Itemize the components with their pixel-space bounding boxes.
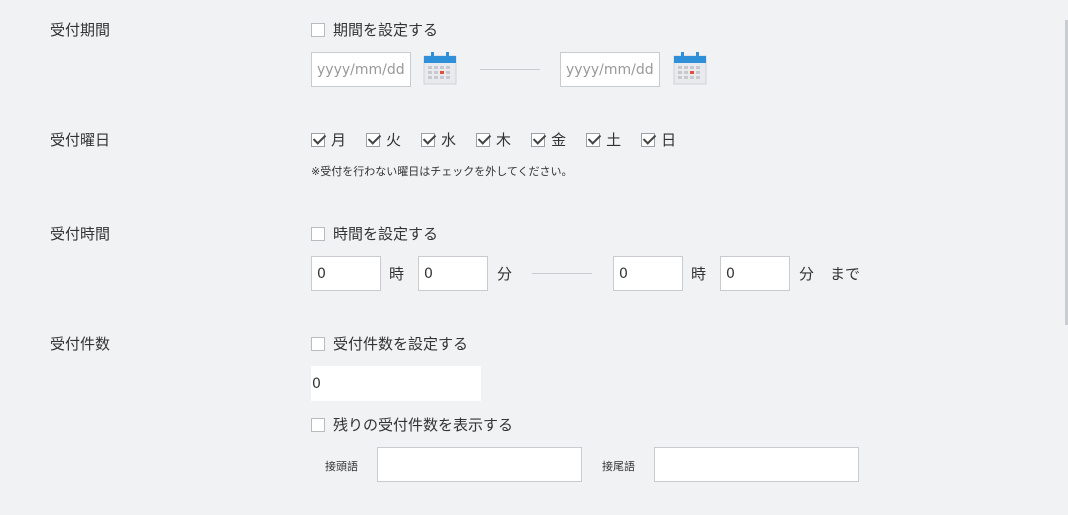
weekday-fri-label: 金 (551, 131, 567, 149)
count-checkbox-row[interactable]: 受付件数を設定する (311, 333, 468, 354)
suffix-input[interactable] (654, 447, 859, 482)
calendar-icon[interactable] (673, 51, 707, 85)
prefix-label: 接頭語 (325, 460, 358, 473)
period-checkbox[interactable] (311, 22, 325, 37)
period-checkbox-label: 期間を設定する (333, 21, 439, 39)
weekday-thu-checkbox[interactable] (476, 132, 491, 147)
time-label: 受付時間 (50, 225, 111, 243)
time-checkbox-label: 時間を設定する (333, 225, 439, 243)
period-end-date-input[interactable] (560, 52, 660, 87)
count-value-input[interactable] (311, 366, 481, 401)
weekday-tue[interactable]: 火 (366, 129, 401, 150)
time-checkbox-row[interactable]: 時間を設定する (311, 223, 438, 244)
period-start-date-input[interactable] (311, 52, 411, 87)
weekday-thu[interactable]: 木 (476, 129, 511, 150)
remaining-checkbox-label: 残りの受付件数を表示する (333, 416, 514, 434)
weekday-fri[interactable]: 金 (531, 129, 566, 150)
weekday-thu-label: 木 (496, 131, 512, 149)
time-range-separator (532, 273, 592, 274)
weekday-sat-label: 土 (606, 131, 622, 149)
weekday-tue-checkbox[interactable] (366, 132, 381, 147)
time-end-min-input[interactable] (720, 256, 790, 291)
weekday-mon[interactable]: 月 (311, 129, 346, 150)
time-start-min-unit: 分 (497, 265, 513, 283)
weekday-wed-label: 水 (441, 131, 457, 149)
weekday-sun[interactable]: 日 (641, 129, 676, 150)
time-start-min-input[interactable] (418, 256, 488, 291)
count-checkbox[interactable] (311, 336, 325, 351)
period-checkbox-row[interactable]: 期間を設定する (311, 19, 438, 40)
count-checkbox-label: 受付件数を設定する (333, 335, 469, 353)
weekday-sun-checkbox[interactable] (641, 132, 656, 147)
weekday-sat[interactable]: 土 (586, 129, 621, 150)
remaining-checkbox-row[interactable]: 残りの受付件数を表示する (311, 414, 513, 435)
period-range-separator (480, 69, 540, 70)
weekday-wed-checkbox[interactable] (421, 132, 436, 147)
weekday-label: 受付曜日 (50, 131, 111, 149)
weekday-fri-checkbox[interactable] (531, 132, 546, 147)
time-start-hour-unit: 時 (389, 265, 405, 283)
weekday-wed[interactable]: 水 (421, 129, 456, 150)
suffix-label: 接尾語 (602, 460, 635, 473)
weekday-mon-checkbox[interactable] (311, 132, 325, 147)
remaining-checkbox[interactable] (311, 417, 325, 432)
time-end-hour-unit: 時 (691, 265, 707, 283)
weekday-checkbox-group: 月 火 水 木 金 土 日 (311, 129, 696, 150)
weekday-mon-label: 月 (331, 131, 347, 149)
period-label: 受付期間 (50, 21, 111, 39)
weekday-note: ※受付を行わない曜日はチェックを外してください。 (311, 165, 573, 178)
weekday-sat-checkbox[interactable] (586, 132, 601, 147)
weekday-sun-label: 日 (661, 131, 677, 149)
calendar-icon[interactable] (423, 51, 457, 85)
prefix-input[interactable] (377, 447, 582, 482)
time-checkbox[interactable] (311, 226, 325, 241)
time-until-label: まで (830, 265, 861, 283)
time-start-hour-input[interactable] (311, 256, 381, 291)
weekday-tue-label: 火 (386, 131, 402, 149)
time-end-min-unit: 分 (799, 265, 815, 283)
time-end-hour-input[interactable] (613, 256, 683, 291)
count-label: 受付件数 (50, 335, 111, 353)
